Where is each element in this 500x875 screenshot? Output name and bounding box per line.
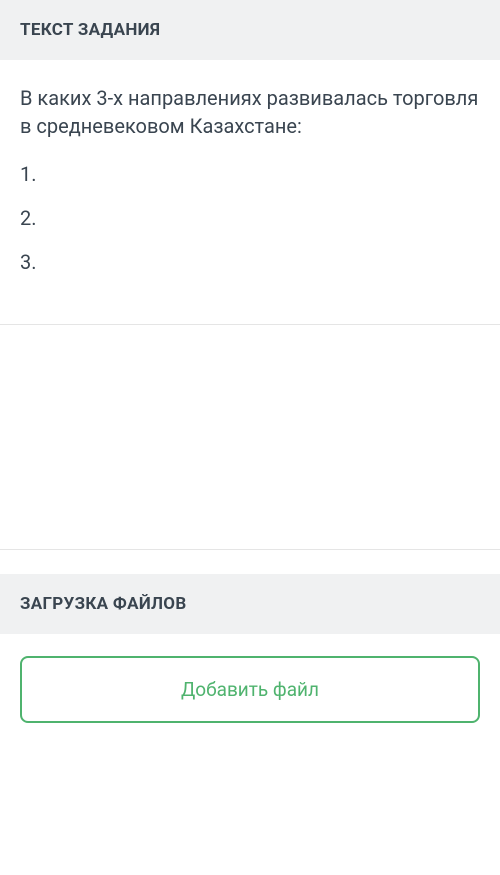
question-text: В каких 3-х направлениях развивалась тор… xyxy=(20,84,480,140)
upload-area: Добавить файл xyxy=(0,634,500,723)
task-section-header: ТЕКСТ ЗАДАНИЯ xyxy=(0,0,500,60)
list-item: 1. xyxy=(20,160,480,188)
task-content: В каких 3-х направлениях развивалась тор… xyxy=(0,60,500,325)
section-gap xyxy=(0,550,500,574)
content-spacer xyxy=(0,325,500,550)
list-item: 3. xyxy=(20,248,480,276)
add-file-button[interactable]: Добавить файл xyxy=(20,656,480,723)
list-item: 2. xyxy=(20,204,480,232)
upload-section-header: ЗАГРУЗКА ФАЙЛОВ xyxy=(0,574,500,634)
